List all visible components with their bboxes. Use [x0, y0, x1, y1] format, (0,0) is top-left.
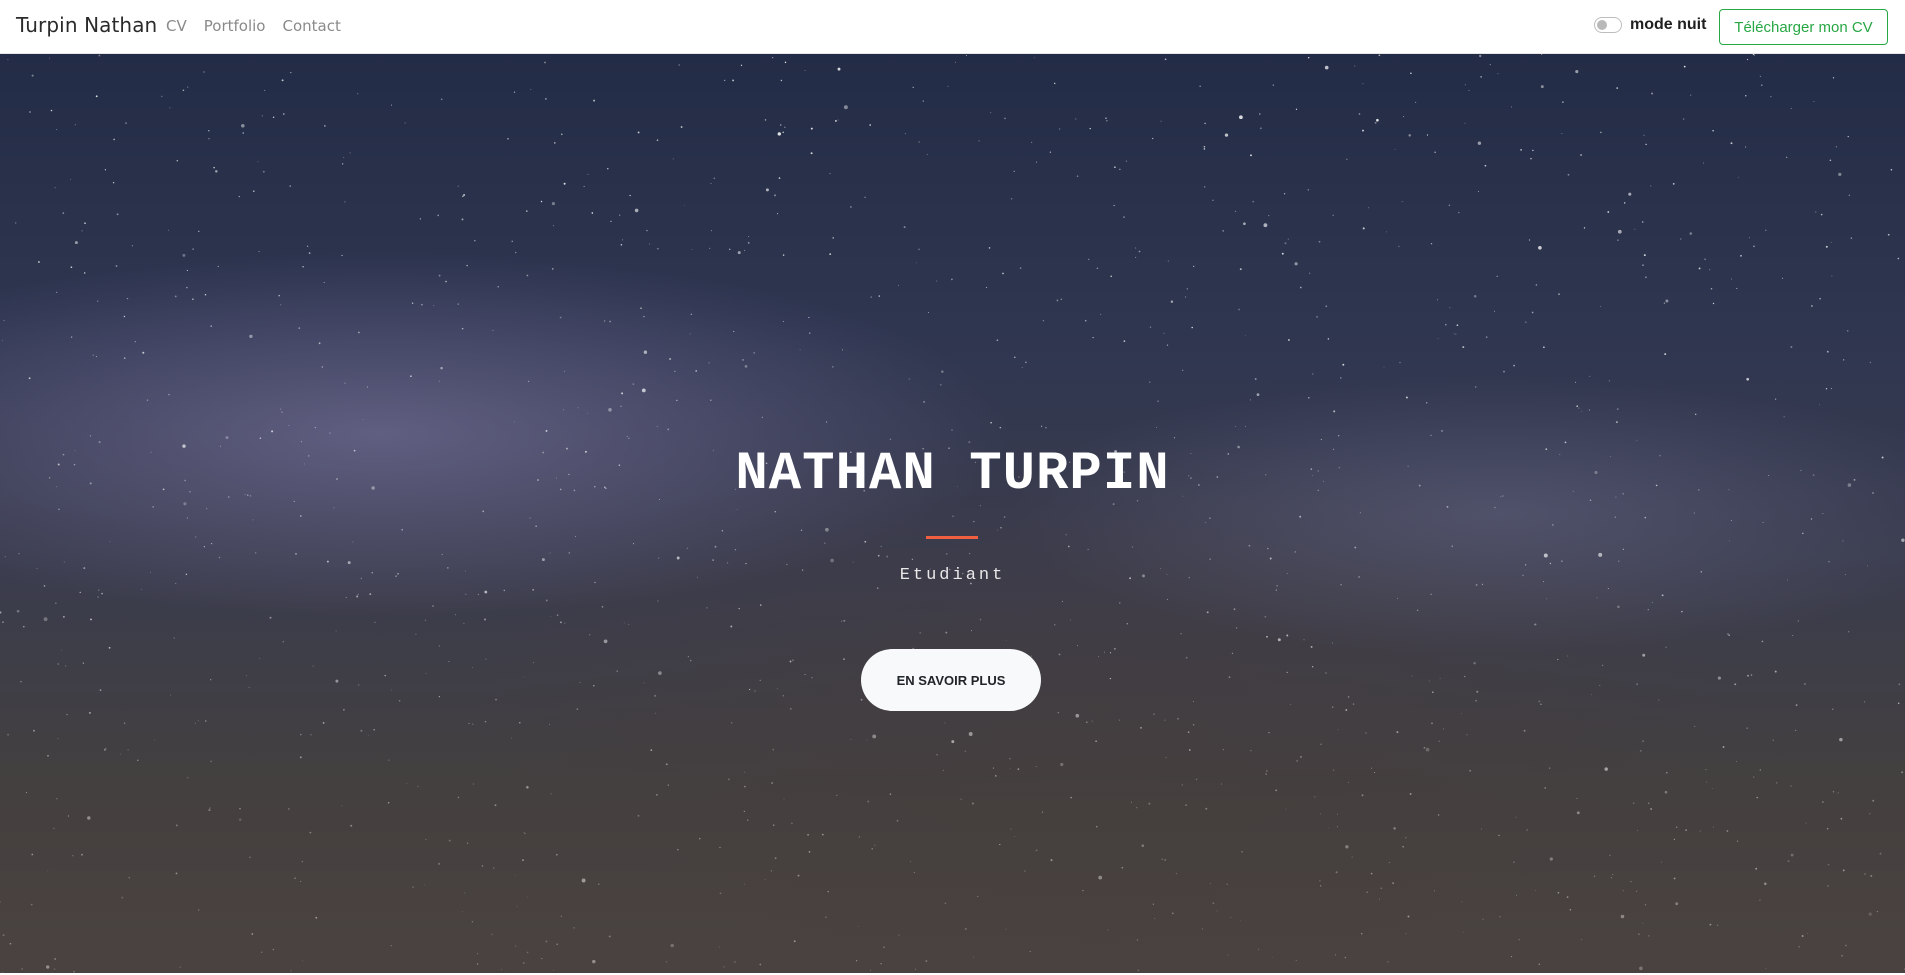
learn-more-button[interactable]: EN SAVOIR PLUS	[861, 649, 1041, 711]
navbar: Turpin Nathan CV Portfolio Contact mode …	[0, 0, 1905, 54]
nav-links: CV Portfolio Contact	[166, 17, 341, 35]
starfield-background	[0, 54, 1905, 975]
hero-title: NATHAN TURPIN	[735, 444, 1170, 505]
hero-section: NATHAN TURPIN Etudiant EN SAVOIR PLUS	[0, 54, 1905, 975]
night-mode-label: mode nuit	[1630, 16, 1707, 33]
night-mode-switch[interactable]	[1594, 17, 1622, 33]
download-cv-button[interactable]: Télécharger mon CV	[1719, 9, 1888, 45]
night-mode-toggle[interactable]: mode nuit	[1594, 16, 1706, 34]
hero-subtitle: Etudiant	[899, 566, 1006, 585]
brand-link[interactable]: Turpin Nathan	[16, 13, 157, 37]
nav-link-portfolio[interactable]: Portfolio	[204, 17, 266, 35]
nav-link-cv[interactable]: CV	[166, 17, 187, 35]
nav-link-contact[interactable]: Contact	[282, 17, 340, 35]
switch-knob	[1597, 20, 1607, 30]
hero-divider	[926, 536, 978, 539]
